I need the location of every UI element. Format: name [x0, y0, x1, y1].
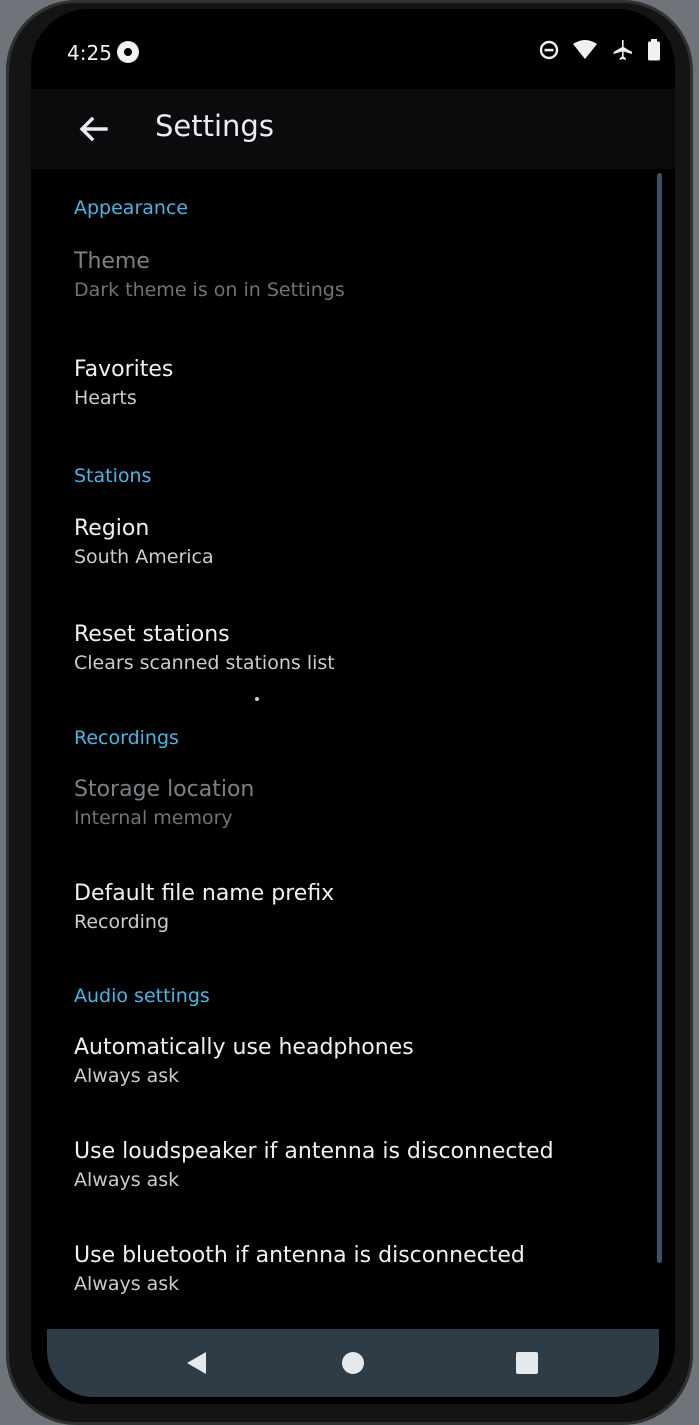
notification-dot-icon	[117, 41, 139, 63]
pref-bluetooth-title: Use bluetooth if antenna is disconnected	[74, 1243, 525, 1268]
pref-theme-title: Theme	[74, 249, 150, 274]
back-button[interactable]	[71, 107, 115, 151]
section-header-recordings: Recordings	[74, 727, 179, 749]
nav-back-icon	[187, 1352, 206, 1374]
pref-reset-stations-summary: Clears scanned stations list	[74, 652, 335, 674]
pref-loudspeaker[interactable]: Use loudspeaker if antenna is disconnect…	[74, 1137, 634, 1193]
status-bar: 4:25	[31, 9, 675, 89]
pref-file-name-prefix[interactable]: Default file name prefix Recording	[74, 879, 634, 935]
pref-loudspeaker-title: Use loudspeaker if antenna is disconnect…	[74, 1139, 554, 1164]
page-title: Settings	[155, 109, 274, 143]
nav-home-icon	[342, 1352, 364, 1374]
app-toolbar: Settings	[31, 89, 675, 169]
arrow-back-icon	[79, 116, 108, 142]
pref-theme: Theme Dark theme is on in Settings	[74, 247, 634, 303]
pref-storage-location: Storage location Internal memory	[74, 775, 634, 831]
do-not-disturb-icon	[539, 40, 559, 60]
wifi-icon	[573, 40, 597, 59]
phone-frame: 4:25 Settings Appearance Theme Dark them…	[6, 0, 693, 1425]
scrollbar[interactable]	[657, 173, 662, 1263]
nav-back-button[interactable]	[177, 1343, 217, 1383]
nav-home-button[interactable]	[333, 1343, 373, 1383]
nav-recents-icon	[516, 1352, 538, 1374]
pref-headphones[interactable]: Automatically use headphones Always ask	[74, 1033, 634, 1089]
pref-storage-location-summary: Internal memory	[74, 807, 233, 829]
pref-reset-stations-title: Reset stations	[74, 622, 230, 647]
pref-bluetooth[interactable]: Use bluetooth if antenna is disconnected…	[74, 1241, 634, 1297]
pref-file-name-prefix-title: Default file name prefix	[74, 881, 335, 906]
pref-storage-location-title: Storage location	[74, 777, 255, 802]
pref-favorites-title: Favorites	[74, 357, 174, 382]
pref-region-title: Region	[74, 516, 150, 541]
pref-headphones-title: Automatically use headphones	[74, 1035, 414, 1060]
status-time: 4:25	[67, 41, 112, 65]
pref-loudspeaker-summary: Always ask	[74, 1169, 180, 1191]
pref-favorites-summary: Hearts	[74, 387, 137, 409]
pref-favorites[interactable]: Favorites Hearts	[74, 355, 634, 411]
pref-region[interactable]: Region South America	[74, 514, 634, 570]
section-header-audio: Audio settings	[74, 985, 210, 1007]
pref-region-summary: South America	[74, 546, 214, 568]
pref-theme-summary: Dark theme is on in Settings	[74, 279, 345, 301]
pref-reset-stations[interactable]: Reset stations Clears scanned stations l…	[74, 620, 634, 676]
section-header-stations: Stations	[74, 465, 152, 487]
section-header-appearance: Appearance	[74, 197, 189, 219]
status-icons	[539, 39, 661, 61]
pref-headphones-summary: Always ask	[74, 1065, 180, 1087]
airplane-icon	[613, 40, 632, 60]
battery-icon	[648, 39, 660, 61]
navigation-bar	[47, 1329, 659, 1397]
decorative-dot	[255, 697, 259, 701]
pref-file-name-prefix-summary: Recording	[74, 911, 170, 933]
nav-recents-button[interactable]	[507, 1343, 547, 1383]
settings-list[interactable]: Appearance Theme Dark theme is on in Set…	[31, 169, 675, 1329]
screen: 4:25 Settings Appearance Theme Dark them…	[31, 9, 675, 1404]
pref-bluetooth-summary: Always ask	[74, 1273, 180, 1295]
